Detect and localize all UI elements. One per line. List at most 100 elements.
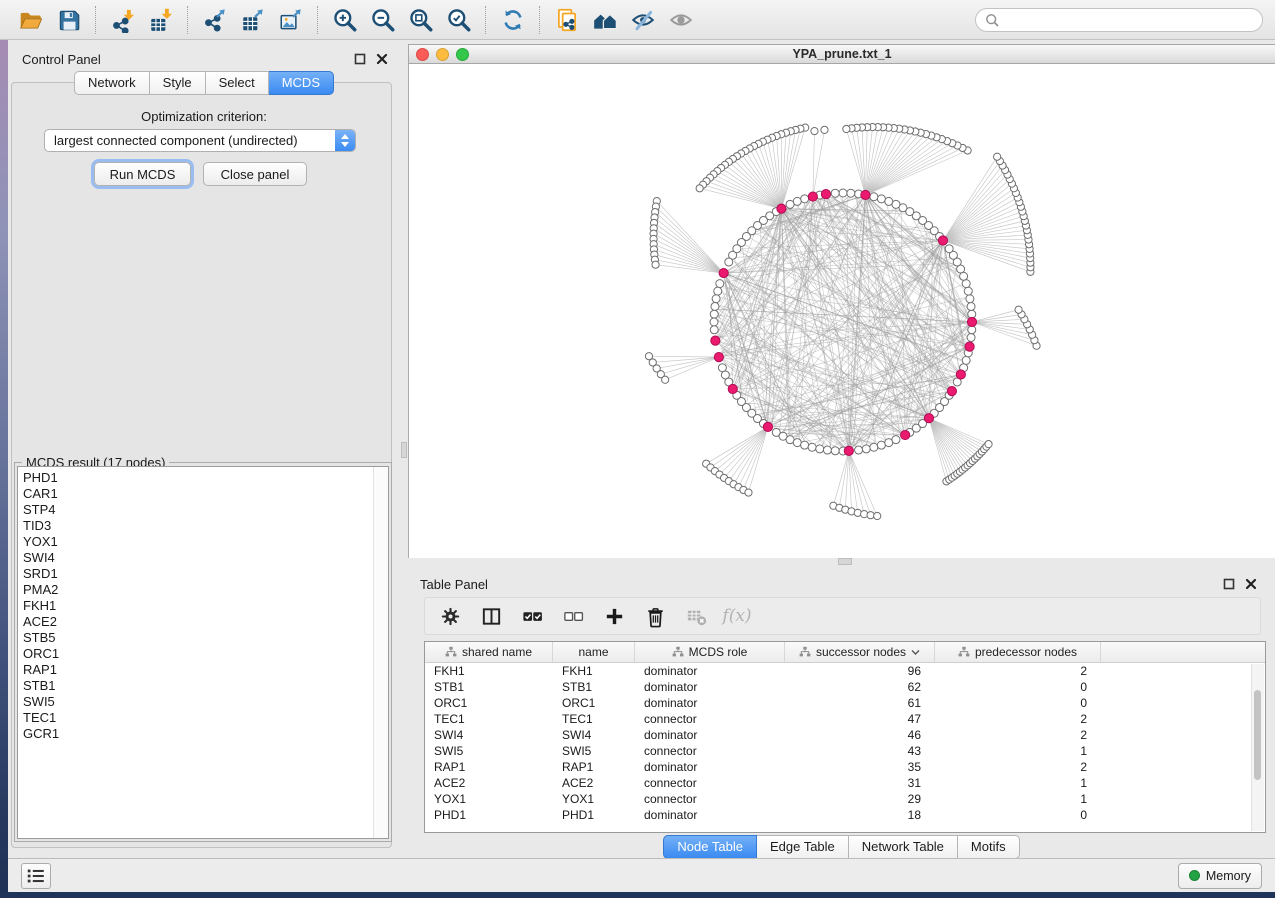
cell-MCDS-role[interactable]: dominator [635,760,785,774]
dominator-node[interactable] [777,204,786,213]
cell-shared-name[interactable]: ORC1 [425,696,553,710]
mcds-result-item[interactable]: STP4 [23,502,388,518]
cell-MCDS-role[interactable]: dominator [635,680,785,694]
ring-node[interactable] [945,245,953,253]
cell-MCDS-role[interactable]: connector [635,792,785,806]
table-row[interactable]: FKH1FKH1dominator962 [425,663,1265,679]
create-column-button[interactable] [602,604,626,628]
cell-name[interactable]: ORC1 [553,696,635,710]
column-header-name[interactable]: name [553,642,635,662]
table-row[interactable]: PHD1PHD1dominator180 [425,807,1265,823]
cell-successor-nodes[interactable]: 29 [785,792,935,806]
ring-node[interactable] [962,280,970,288]
ring-node[interactable] [801,441,809,449]
dominator-node[interactable] [714,353,723,362]
ring-node[interactable] [823,446,831,454]
ring-node[interactable] [716,280,724,288]
ring-node[interactable] [870,443,878,451]
delete-column-button[interactable] [643,604,667,628]
ring-node[interactable] [967,302,975,310]
ring-node[interactable] [870,193,878,201]
vertical-splitter[interactable] [400,40,408,858]
dominator-node[interactable] [861,190,870,199]
ring-node[interactable] [967,334,975,342]
tab-style[interactable]: Style [150,71,206,95]
column-header-MCDS-role[interactable]: MCDS role [635,642,785,662]
cell-shared-name[interactable]: STB1 [425,680,553,694]
leaf-node[interactable] [843,125,850,132]
open-file-button[interactable] [12,4,50,36]
node-table[interactable]: shared namenameMCDS rolesuccessor nodesp… [424,641,1266,833]
cell-predecessor-nodes[interactable]: 2 [935,664,1101,678]
dominator-node[interactable] [719,268,728,277]
ring-node[interactable] [710,318,718,326]
cell-predecessor-nodes[interactable]: 0 [935,680,1101,694]
ring-node[interactable] [793,439,801,447]
dominator-node[interactable] [924,414,933,423]
cell-name[interactable]: SWI5 [553,744,635,758]
export-image-button[interactable] [272,4,310,36]
ring-node[interactable] [877,441,885,449]
mcds-result-item[interactable]: CAR1 [23,486,388,502]
dominator-node[interactable] [947,387,956,396]
cell-shared-name[interactable]: RAP1 [425,760,553,774]
cell-MCDS-role[interactable]: dominator [635,664,785,678]
cell-successor-nodes[interactable]: 35 [785,760,935,774]
leaf-node[interactable] [745,489,752,496]
ring-node[interactable] [877,195,885,203]
save-session-button[interactable] [50,4,88,36]
mcds-result-item[interactable]: STB5 [23,630,388,646]
ring-node[interactable] [831,189,839,197]
cell-shared-name[interactable]: SWI5 [425,744,553,758]
float-table-panel-button[interactable] [1222,578,1235,591]
table-row[interactable]: STB1STB1dominator620 [425,679,1265,695]
cell-successor-nodes[interactable]: 18 [785,808,935,822]
column-header-predecessor-nodes[interactable]: predecessor nodes [935,642,1101,662]
mcds-result-listbox[interactable]: PHD1CAR1STP4TID3YOX1SWI4SRD1PMA2FKH1ACE2… [17,466,389,839]
import-network-file-button[interactable] [104,4,142,36]
mcds-result-item[interactable]: SWI4 [23,550,388,566]
tab-select[interactable]: Select [206,71,269,95]
table-row[interactable]: TEC1TEC1connector472 [425,711,1265,727]
cell-predecessor-nodes[interactable]: 2 [935,760,1101,774]
leaf-node[interactable] [994,153,1001,160]
cell-predecessor-nodes[interactable]: 1 [935,776,1101,790]
cell-MCDS-role[interactable]: dominator [635,808,785,822]
vertical-splitter-grip[interactable] [401,442,407,458]
select-all-rows-button[interactable] [520,604,544,628]
cell-MCDS-role[interactable]: connector [635,712,785,726]
table-row[interactable]: ORC1ORC1dominator610 [425,695,1265,711]
clone-network-button[interactable] [548,4,586,36]
cell-predecessor-nodes[interactable]: 1 [935,792,1101,806]
leaf-node[interactable] [811,128,818,135]
zoom-fit-content-button[interactable] [402,4,440,36]
column-header-shared-name[interactable]: shared name [425,642,553,662]
optimization-criterion-select[interactable]: largest connected component (undirected) [44,129,356,152]
tab-network[interactable]: Network [74,71,150,95]
cell-shared-name[interactable]: ACE2 [425,776,553,790]
ring-node[interactable] [801,195,809,203]
mcds-result-item[interactable]: RAP1 [23,662,388,678]
cell-MCDS-role[interactable]: connector [635,744,785,758]
cell-shared-name[interactable]: PHD1 [425,808,553,822]
dominator-node[interactable] [711,336,720,345]
ring-node[interactable] [885,197,893,205]
mcds-result-item[interactable]: ACE2 [23,614,388,630]
dominator-node[interactable] [901,430,910,439]
cell-predecessor-nodes[interactable]: 0 [935,696,1101,710]
mcds-result-item[interactable]: FKH1 [23,598,388,614]
show-overlay-button[interactable] [662,4,700,36]
ring-node[interactable] [966,295,974,303]
tab-mcds[interactable]: MCDS [269,71,334,95]
ring-node[interactable] [962,356,970,364]
zoom-in-button[interactable] [326,4,364,36]
ring-node[interactable] [786,200,794,208]
table-row[interactable]: SWI5SWI5connector431 [425,743,1265,759]
mcds-result-item[interactable]: PHD1 [23,470,388,486]
export-table-button[interactable] [234,4,272,36]
task-history-button[interactable] [21,863,51,889]
ring-node[interactable] [711,302,719,310]
leaf-node[interactable] [821,126,828,133]
ring-node[interactable] [839,189,847,197]
ring-node[interactable] [964,287,972,295]
